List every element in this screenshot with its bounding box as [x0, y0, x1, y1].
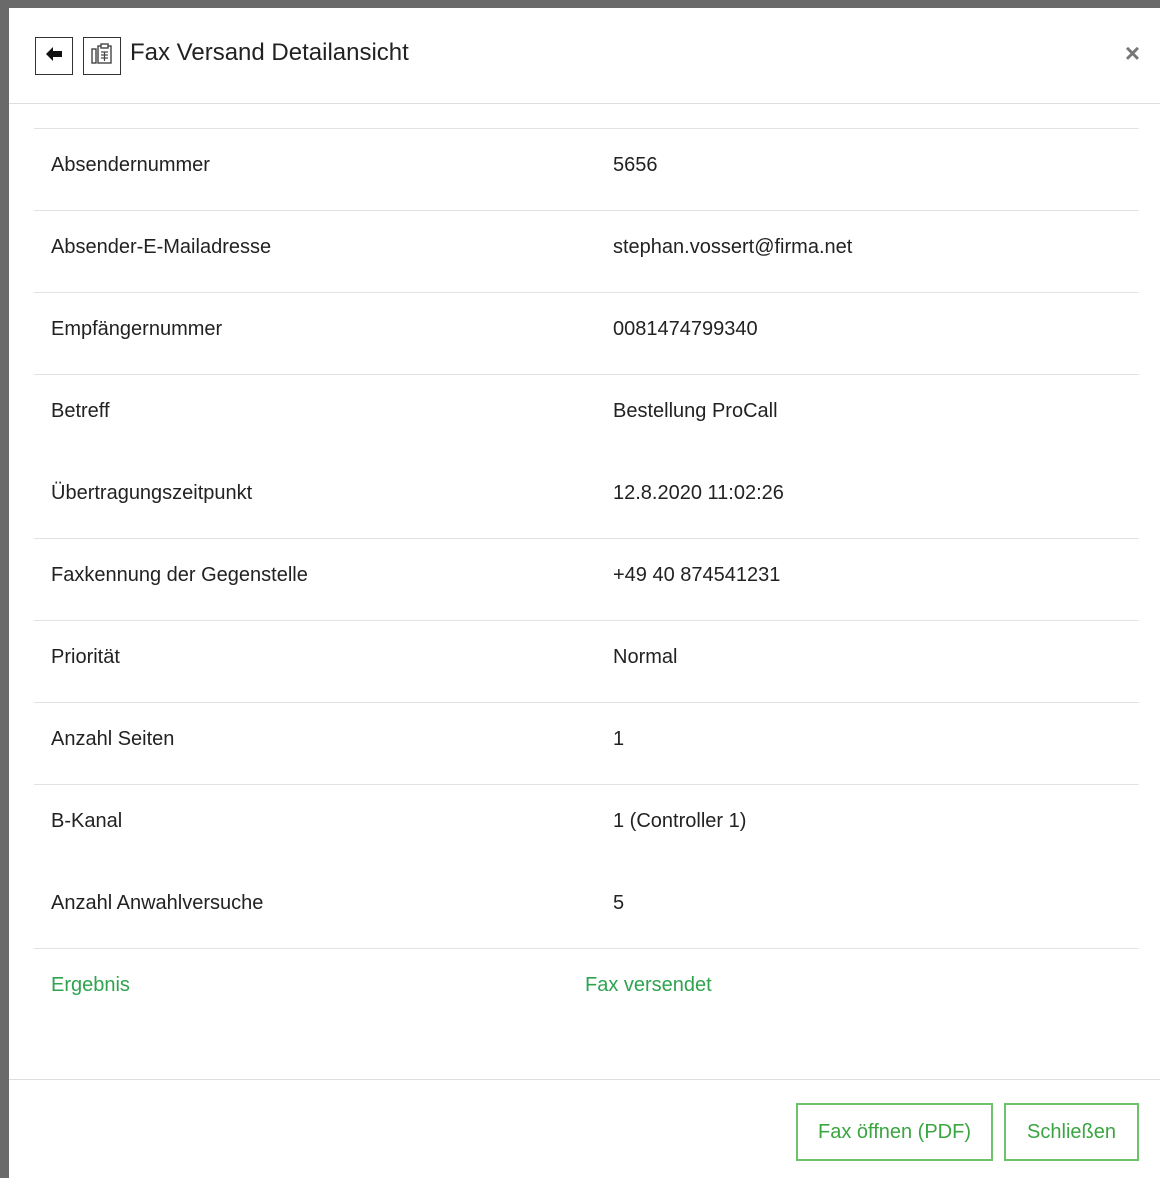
detail-label: Anzahl Seiten [51, 728, 175, 750]
detail-value: 12.8.2020 11:02:26 [613, 482, 784, 504]
dialog-footer: Fax öffnen (PDF) Schließen [9, 1079, 1160, 1179]
detail-value: 5656 [613, 154, 658, 176]
detail-label: Empfängernummer [51, 318, 223, 340]
result-label: Ergebnis [51, 974, 130, 996]
fax-detail-dialog: Fax Versand Detailansicht × Absendernumm… [9, 8, 1160, 1178]
detail-row: Absender-E-Mailadresse stephan.vossert@f… [34, 210, 1139, 292]
detail-value: +49 40 874541231 [613, 564, 781, 586]
detail-row: Betreff Bestellung ProCall [34, 374, 1139, 456]
detail-label: Absendernummer [51, 154, 210, 176]
open-pdf-button[interactable]: Fax öffnen (PDF) [796, 1103, 993, 1161]
background-frame-top [0, 0, 1160, 8]
detail-label: Priorität [51, 646, 120, 668]
detail-value: 1 [613, 728, 625, 750]
detail-row: B-Kanal 1 (Controller 1) [34, 784, 1139, 866]
detail-value: Normal [613, 646, 678, 668]
detail-label: Absender-E-Mailadresse [51, 236, 272, 258]
detail-row: Empfängernummer 0081474799340 [34, 292, 1139, 374]
close-icon[interactable]: × [1125, 38, 1140, 68]
close-button[interactable]: Schließen [1004, 1103, 1139, 1161]
detail-row: Faxkennung der Gegenstelle +49 40 874541… [34, 538, 1139, 620]
detail-label: Anzahl Anwahlversuche [51, 892, 264, 914]
detail-label: B-Kanal [51, 810, 123, 832]
detail-value: Bestellung ProCall [613, 400, 778, 422]
result-row: Ergebnis Fax versendet [34, 948, 1139, 1030]
detail-table: Absendernummer 5656 Absender-E-Mailadres… [34, 128, 1139, 1030]
arrow-left-icon [44, 46, 64, 67]
detail-label: Faxkennung der Gegenstelle [51, 564, 308, 586]
detail-row: Anzahl Anwahlversuche 5 [34, 866, 1139, 948]
detail-value: stephan.vossert@firma.net [613, 236, 853, 258]
result-value: Fax versendet [585, 974, 712, 996]
detail-value: 5 [613, 892, 625, 914]
copy-button[interactable] [83, 37, 121, 75]
detail-label: Übertragungszeitpunkt [51, 482, 253, 504]
detail-row: Priorität Normal [34, 620, 1139, 702]
detail-value: 1 (Controller 1) [613, 810, 747, 832]
detail-value: 0081474799340 [613, 318, 758, 340]
detail-row: Anzahl Seiten 1 [34, 702, 1139, 784]
detail-row: Absendernummer 5656 [34, 128, 1139, 210]
detail-label: Betreff [51, 400, 110, 422]
background-frame-left [0, 0, 9, 1178]
clipboard-icon [90, 42, 114, 71]
dialog-header: Fax Versand Detailansicht × [9, 8, 1160, 104]
detail-row: Übertragungszeitpunkt 12.8.2020 11:02:26 [34, 456, 1139, 538]
dialog-title: Fax Versand Detailansicht [130, 39, 409, 66]
back-button[interactable] [35, 37, 73, 75]
